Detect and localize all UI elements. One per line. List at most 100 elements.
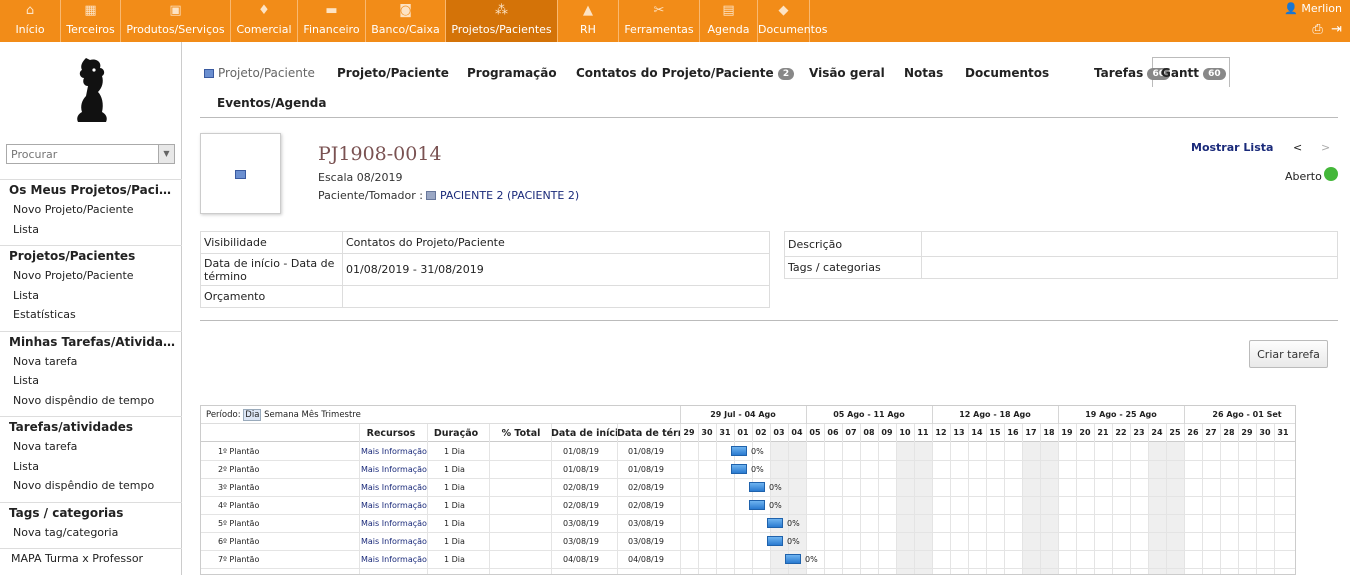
task-bar[interactable] (749, 482, 765, 492)
tab-label: Documentos (965, 66, 1050, 80)
sidebar-section-title[interactable]: Minhas Tarefas/Atividad... (0, 332, 176, 352)
sidebar-item[interactable]: Lista (0, 286, 182, 306)
sidebar-section-title[interactable]: Tarefas/atividades (0, 417, 176, 437)
nav-item-1[interactable]: ▦ Terceiros (61, 0, 121, 42)
resource-link[interactable]: Mais Informação (361, 501, 427, 510)
tab-vis-o-geral[interactable]: Visão geral (809, 66, 885, 80)
user-icon: 👤 (1284, 2, 1298, 15)
client-link[interactable]: PACIENTE 2 (PACIENTE 2) (440, 189, 579, 202)
task-end: 03/08/19 (628, 519, 664, 528)
period-option[interactable]: Trimestre (321, 410, 361, 420)
resource-link[interactable]: Mais Informação (361, 519, 427, 528)
tab-label: Projeto/Paciente (337, 66, 449, 80)
search-input[interactable] (7, 145, 157, 163)
user-menu[interactable]: 👤 Merlion (1284, 2, 1342, 15)
logout-icon[interactable]: ⇥ (1331, 22, 1342, 37)
task-bar[interactable] (749, 500, 765, 510)
field-value (921, 256, 1338, 279)
task-name[interactable]: 2º Plantão (218, 465, 259, 474)
day-grid-line (716, 424, 717, 574)
field-row: Tags / categorias (784, 256, 1338, 279)
task-bar[interactable] (767, 518, 783, 528)
sidebar-item[interactable]: Novo dispêndio de tempo (0, 391, 182, 411)
task-name[interactable]: 1º Plantão (218, 447, 259, 456)
resource-link[interactable]: Mais Informação (361, 537, 427, 546)
print-icon[interactable]: ⎙ (1312, 22, 1322, 37)
sidebar-item[interactable]: Lista (0, 220, 182, 240)
task-name[interactable]: 4º Plantão (218, 501, 259, 510)
sidebar-section-title[interactable]: Projetos/Pacientes (0, 246, 176, 266)
nav-item-3[interactable]: ♦ Comercial (231, 0, 298, 42)
nav-item-5[interactable]: ◙ Banco/Caixa (366, 0, 446, 42)
dropdown-icon[interactable]: ▼ (158, 145, 174, 163)
sidebar-section: Os Meus Projetos/Pacie... Novo Projeto/Pa… (0, 179, 182, 239)
weekend-column (1166, 442, 1184, 574)
create-task-button[interactable]: Criar tarefa (1249, 340, 1328, 368)
period-option[interactable]: Mês (302, 410, 319, 420)
nav-item-6[interactable]: ⁂ Projetos/Pacientes (446, 0, 558, 42)
nav-item-8[interactable]: ✂ Ferramentas (619, 0, 700, 42)
task-bar[interactable] (731, 464, 747, 474)
period-option[interactable]: Semana (264, 410, 299, 420)
sidebar-item[interactable]: Novo Projeto/Paciente (0, 200, 182, 220)
tab-gantt[interactable]: Gantt 60 (1161, 66, 1226, 80)
merlion-logo (77, 58, 107, 122)
sidebar-section-title[interactable]: Tags / categorias (0, 503, 176, 523)
hat-icon: ▲ (583, 3, 593, 18)
resource-link[interactable]: Mais Informação (361, 465, 427, 474)
tab-notas[interactable]: Notas (904, 66, 943, 80)
previous-record-button[interactable]: < (1293, 141, 1302, 154)
sidebar-item[interactable]: Nova tarefa (0, 352, 182, 372)
nav-item-2[interactable]: ▣ Produtos/Serviços (121, 0, 231, 42)
period-option[interactable]: Dia (243, 409, 262, 421)
sidebar-item[interactable]: Novo dispêndio de tempo (0, 476, 182, 496)
sidebar-item[interactable]: Lista (0, 457, 182, 477)
nav-item-4[interactable]: ▬ Financeiro (298, 0, 366, 42)
task-bar[interactable] (785, 554, 801, 564)
task-end: 03/08/19 (628, 537, 664, 546)
sidebar-item[interactable]: Nova tag/categoria (0, 523, 182, 543)
sidebar-item[interactable]: Nova tarefa (0, 437, 182, 457)
day-header: 15 (989, 428, 1001, 437)
user-name: Merlion (1301, 2, 1342, 15)
sidebar-item[interactable]: Estatísticas (0, 305, 182, 325)
day-grid-line (1256, 424, 1257, 574)
tab-eventos-agenda[interactable]: Eventos/Agenda (217, 96, 326, 110)
task-name[interactable]: 6º Plantão (218, 537, 259, 546)
tab-project-overview[interactable]: Projeto/Paciente (204, 66, 315, 80)
task-end: 02/08/19 (628, 483, 664, 492)
sidebar-item[interactable]: MAPA Turma x Professor (0, 549, 182, 569)
day-grid-line (860, 424, 861, 574)
task-progress: 0% (805, 555, 818, 564)
sidebar-item[interactable]: Novo Projeto/Paciente (0, 266, 182, 286)
task-bar[interactable] (767, 536, 783, 546)
task-name[interactable]: 5º Plantão (218, 519, 259, 528)
task-bar[interactable] (731, 446, 747, 456)
day-header: 31 (719, 428, 731, 437)
nav-item-10[interactable]: ◆ Documentos (758, 0, 827, 42)
task-name[interactable]: 7º Plantão (218, 555, 259, 564)
nav-item-label: Projetos/Pacientes (451, 23, 552, 36)
day-grid-line (950, 424, 951, 574)
tab-contatos-do-projeto-paciente[interactable]: Contatos do Projeto/Paciente 2 (576, 66, 795, 80)
task-start: 03/08/19 (563, 519, 599, 528)
count-badge: 60 (1203, 68, 1226, 80)
resource-link[interactable]: Mais Informação (361, 555, 427, 564)
tab-programa-o[interactable]: Programação (467, 66, 557, 80)
next-record-button[interactable]: > (1321, 141, 1330, 154)
search-box[interactable]: ▼ (6, 144, 175, 164)
nav-item-9[interactable]: ▤ Agenda (700, 0, 758, 42)
day-grid-line (824, 424, 825, 574)
sidebar-item[interactable]: Lista (0, 371, 182, 391)
tab-projeto-paciente[interactable]: Projeto/Paciente (337, 66, 449, 80)
show-list-link[interactable]: Mostrar Lista (1191, 141, 1273, 154)
tab-documentos[interactable]: Documentos (965, 66, 1049, 80)
task-name[interactable]: 3º Plantão (218, 483, 259, 492)
nav-item-7[interactable]: ▲ RH (558, 0, 619, 42)
sidebar-section-title[interactable]: Os Meus Projetos/Pacie... (0, 180, 176, 200)
tab-tarefas[interactable]: Tarefas 60 (1094, 66, 1170, 80)
nav-item-0[interactable]: ⌂ Início (0, 0, 61, 42)
resource-link[interactable]: Mais Informação (361, 447, 427, 456)
day-grid-line (788, 424, 789, 574)
resource-link[interactable]: Mais Informação (361, 483, 427, 492)
